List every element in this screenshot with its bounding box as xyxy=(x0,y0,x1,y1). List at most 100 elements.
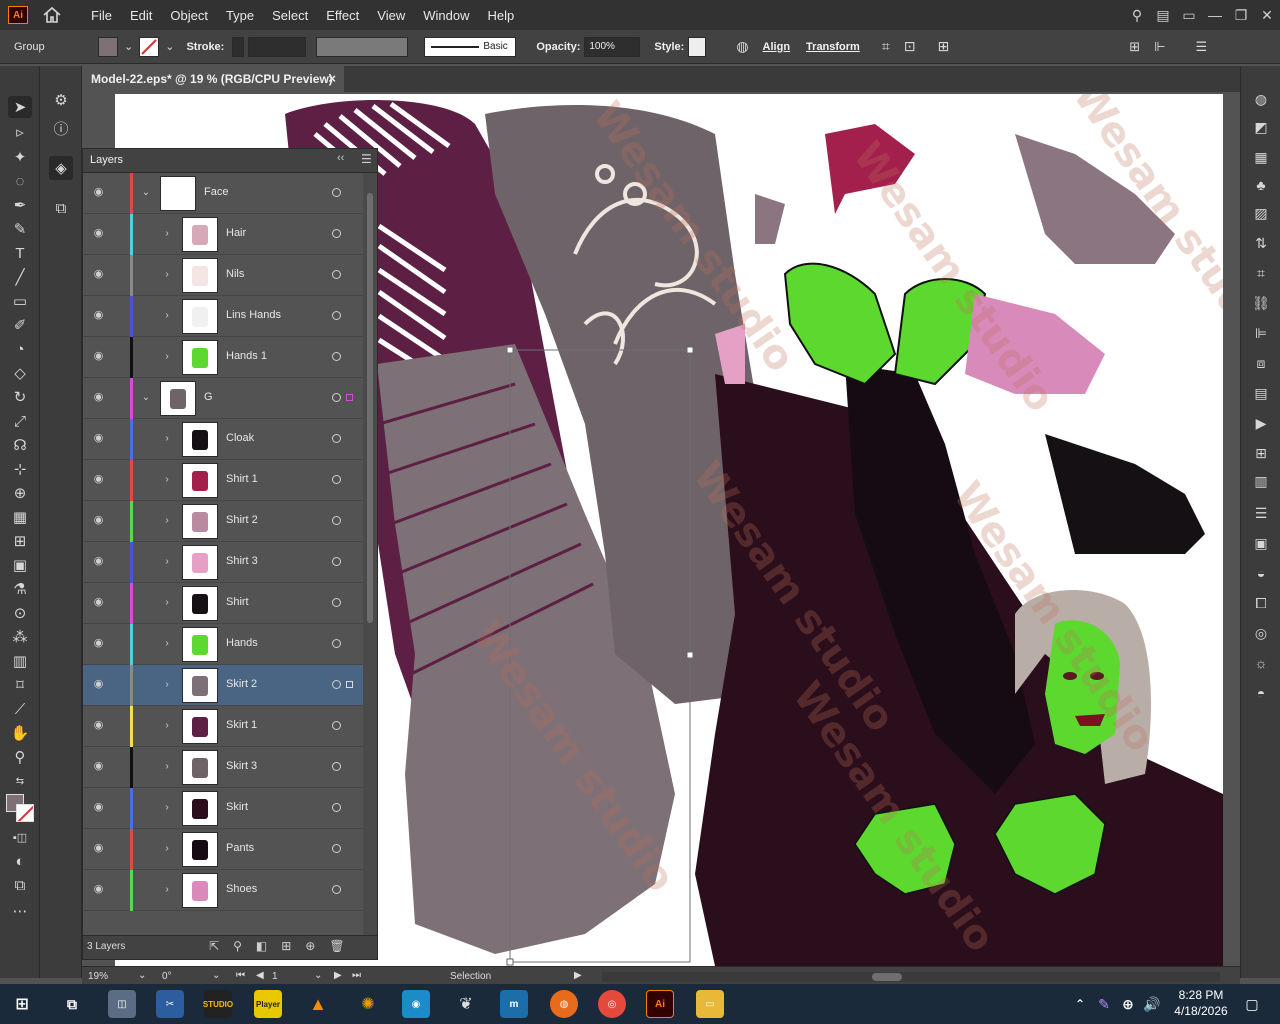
visibility-eye-icon[interactable]: ◉ xyxy=(92,637,105,650)
visibility-eye-icon[interactable]: ◉ xyxy=(92,555,105,568)
app-icon-mp[interactable]: m xyxy=(500,990,528,1018)
perspective-grid-tool-icon[interactable]: ▦ xyxy=(8,506,32,528)
selection-handle[interactable] xyxy=(506,958,514,966)
visibility-eye-icon[interactable]: ◉ xyxy=(92,227,105,240)
isolate-icon[interactable]: ⌗ xyxy=(882,38,890,55)
visibility-eye-icon[interactable]: ◉ xyxy=(92,350,105,363)
menu-window[interactable]: Window xyxy=(414,8,478,23)
visibility-eye-icon[interactable]: ◉ xyxy=(92,268,105,281)
stroke-dropdown-icon[interactable]: ⌄ xyxy=(165,40,174,53)
target-circle-icon[interactable] xyxy=(332,762,341,771)
visibility-eye-icon[interactable]: ◉ xyxy=(92,883,105,896)
arrange-documents-icon[interactable]: ▭ xyxy=(1176,7,1202,24)
envelope-icon[interactable]: ⊡ xyxy=(904,38,916,55)
visibility-eye-icon[interactable]: ◉ xyxy=(92,514,105,527)
target-circle-icon[interactable] xyxy=(332,270,341,279)
selection-tool-icon[interactable]: ➤ xyxy=(8,96,32,118)
color-guide-icon[interactable]: ◩ xyxy=(1250,116,1272,138)
menu-view[interactable]: View xyxy=(368,8,414,23)
home-icon[interactable] xyxy=(42,5,62,25)
brush-definition[interactable]: Basic xyxy=(424,36,517,57)
app-icon-remote[interactable]: ◫ xyxy=(108,990,136,1018)
gradient-tool-icon[interactable]: ▣ xyxy=(8,554,32,576)
blob-brush-tool-icon[interactable]: ◔ xyxy=(8,338,32,360)
collapse-panel-icon[interactable]: ‹‹ xyxy=(337,152,344,164)
layer-row-shirt-2[interactable]: ◉ › Shirt 2 xyxy=(83,501,363,542)
app-icon-dolphin[interactable]: ◉ xyxy=(402,990,430,1018)
document-tab[interactable]: Model-22.eps* @ 19 % (RGB/CPU Preview) × xyxy=(82,66,344,92)
visibility-eye-icon[interactable]: ◉ xyxy=(92,432,105,445)
chevron-right-icon[interactable]: › xyxy=(162,515,172,527)
target-circle-icon[interactable] xyxy=(332,516,341,525)
menu-select[interactable]: Select xyxy=(263,8,317,23)
horizontal-scrollbar[interactable] xyxy=(602,972,1220,982)
app-icon-studio[interactable]: STUDIO xyxy=(203,990,233,1018)
graphic-style-swatch[interactable] xyxy=(688,36,707,57)
workspace-switcher-icon[interactable]: ▤ xyxy=(1150,7,1176,24)
layer-row-skirt-1[interactable]: ◉ › Skirt 1 xyxy=(83,706,363,747)
align-panel-icon[interactable]: ⊫ xyxy=(1250,322,1272,344)
artboard-dropdown-icon[interactable]: ⌄ xyxy=(314,970,322,981)
clipping-mask-icon[interactable]: ◧ xyxy=(256,939,267,953)
file-explorer-icon[interactable]: ▭ xyxy=(696,990,724,1018)
chevron-right-icon[interactable]: › xyxy=(162,638,172,650)
target-circle-icon[interactable] xyxy=(332,352,341,361)
visibility-eye-icon[interactable]: ◉ xyxy=(92,678,105,691)
close-window-icon[interactable]: ✕ xyxy=(1254,7,1280,24)
stroke-weight-input[interactable] xyxy=(248,36,307,57)
shape-builder-tool-icon[interactable]: ⊕ xyxy=(8,482,32,504)
actions-panel-icon[interactable]: ▶ xyxy=(1250,412,1272,434)
selection-handle[interactable] xyxy=(686,346,694,354)
illustrator-taskbar-icon[interactable]: Ai xyxy=(646,990,674,1018)
app-icon-snipping[interactable]: ✂ xyxy=(156,990,184,1018)
target-circle-icon[interactable] xyxy=(332,680,341,689)
delete-layer-icon[interactable]: 🗑 xyxy=(329,939,344,953)
menu-edit[interactable]: Edit xyxy=(121,8,161,23)
new-sublayer-icon[interactable]: ⊞ xyxy=(281,939,291,953)
distribute-icon[interactable]: ⊩ xyxy=(1154,39,1165,55)
visibility-eye-icon[interactable]: ◉ xyxy=(92,391,105,404)
chevron-right-icon[interactable]: › xyxy=(162,351,172,363)
search-icon[interactable]: ⚲ xyxy=(1124,7,1150,24)
stroke-color-swatch[interactable] xyxy=(16,804,34,822)
info-icon[interactable]: ⓘ xyxy=(49,116,73,140)
windows-start-icon[interactable]: ⊞ xyxy=(8,990,36,1018)
app-icon-brain[interactable]: ❦ xyxy=(452,990,480,1018)
transform-button[interactable]: Transform xyxy=(806,41,860,53)
scrollbar-thumb[interactable] xyxy=(872,973,902,981)
visibility-eye-icon[interactable]: ◉ xyxy=(92,842,105,855)
chevron-down-icon[interactable]: ⌄ xyxy=(141,392,151,404)
recolor-artwork-icon[interactable]: ◍ xyxy=(736,38,748,55)
slice-tool-icon[interactable]: ⟋ xyxy=(8,698,32,720)
stroke-weight-stepper[interactable] xyxy=(232,36,245,57)
chevron-right-icon[interactable]: › xyxy=(162,228,172,240)
app-icon-player[interactable]: Player xyxy=(254,990,282,1018)
pathfinder-panel-icon[interactable]: ⧈ xyxy=(1250,352,1272,374)
target-circle-icon[interactable] xyxy=(332,557,341,566)
hand-tool-icon[interactable]: ✋ xyxy=(8,722,32,744)
visibility-eye-icon[interactable]: ◉ xyxy=(92,186,105,199)
target-circle-icon[interactable] xyxy=(332,434,341,443)
target-circle-icon[interactable] xyxy=(332,639,341,648)
puppet-warp-icon[interactable]: ⊞ xyxy=(937,38,949,55)
target-circle-icon[interactable] xyxy=(332,598,341,607)
selection-handle[interactable] xyxy=(506,346,514,354)
artboard-tool-icon[interactable]: ⌑ xyxy=(8,674,32,696)
color-mode-icon[interactable]: ▪◫ xyxy=(8,826,32,848)
rotation-dropdown-icon[interactable]: ⌄ xyxy=(212,970,220,981)
target-circle-icon[interactable] xyxy=(332,721,341,730)
next-artboard-icon[interactable]: ▶ xyxy=(334,970,342,981)
image-trace-icon[interactable]: ▨ xyxy=(1250,202,1272,224)
transparency-panel-icon[interactable]: ◒ xyxy=(1250,562,1272,584)
last-artboard-icon[interactable]: ⏭ xyxy=(352,970,361,981)
status-menu-icon[interactable]: ▶ xyxy=(574,970,582,981)
arrange-icon[interactable]: ⊞ xyxy=(1129,39,1140,55)
magic-wand-tool-icon[interactable]: ✦ xyxy=(8,146,32,168)
opacity-input[interactable]: 100% xyxy=(584,36,641,57)
layer-row-shirt-3[interactable]: ◉ › Shirt 3 xyxy=(83,542,363,583)
layer-row-face[interactable]: ◉ ⌄ Face xyxy=(83,173,363,214)
screen-mode-icon[interactable]: ⧉ xyxy=(8,874,32,896)
layer-row-lins-hands[interactable]: ◉ › Lins Hands xyxy=(83,296,363,337)
artboards-panel-icon[interactable]: ⧉ xyxy=(49,196,73,220)
layer-row-hands[interactable]: ◉ › Hands xyxy=(83,624,363,665)
